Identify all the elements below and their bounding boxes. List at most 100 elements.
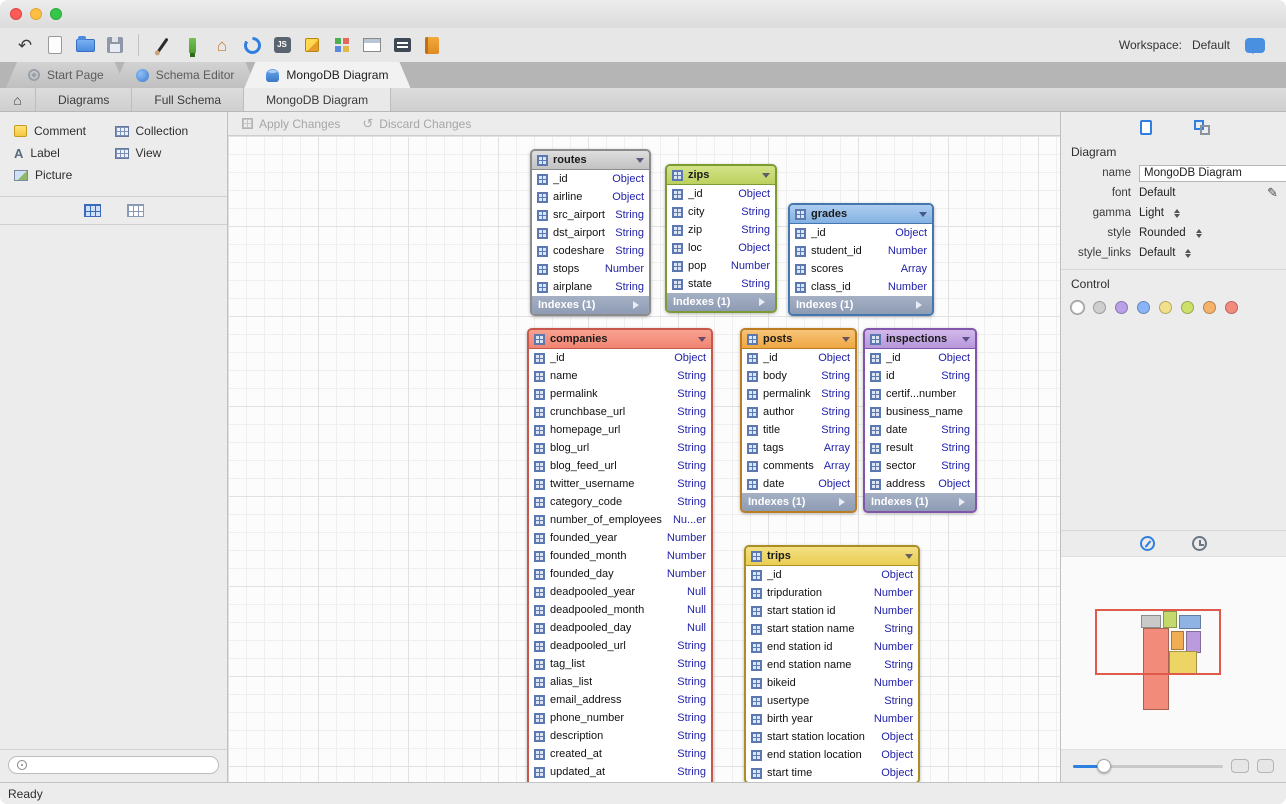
field-row[interactable]: codeshareString [532,242,649,260]
nav-item-mongodb-diagram[interactable]: MongoDB Diagram [244,88,391,111]
tab-start-page[interactable]: Start Page [6,62,126,88]
zoom-slider[interactable] [1073,765,1223,768]
field-row[interactable]: addressObject [865,475,975,493]
field-row[interactable]: created_atString [529,745,711,763]
collapse-triangle-icon[interactable] [962,337,970,346]
field-row[interactable]: blog_feed_urlString [529,457,711,475]
field-row[interactable]: phone_numberString [529,709,711,727]
entity-zips[interactable]: zips_idObjectcityStringzipStringlocObjec… [665,164,777,313]
field-row[interactable]: twitter_usernameString [529,475,711,493]
indexes-row[interactable]: Indexes (1) [532,296,649,314]
grid-view-icon[interactable] [127,204,144,217]
entity-header[interactable]: trips [746,547,918,566]
field-row[interactable]: deadpooled_yearNull [529,583,711,601]
indexes-row[interactable]: Indexes (1) [790,296,932,314]
field-row[interactable]: tag_listString [529,655,711,673]
workspace-value[interactable]: Default [1192,38,1230,52]
field-row[interactable]: email_addressString [529,691,711,709]
field-row[interactable]: bodyString [742,367,855,385]
field-row[interactable]: tripdurationNumber [746,584,918,602]
field-row[interactable]: start station idNumber [746,602,918,620]
window-button[interactable] [357,31,387,59]
collapse-triangle-icon[interactable] [698,337,706,346]
stepper-icon[interactable] [1185,246,1191,261]
color-swatch[interactable] [1181,301,1194,314]
field-row[interactable]: _idObject [865,349,975,367]
home-button[interactable]: ⌂ [207,31,237,59]
field-row[interactable]: usertypeString [746,692,918,710]
field-row[interactable]: commentsArray [742,457,855,475]
field-row[interactable]: _idObject [532,170,649,188]
entity-header[interactable]: posts [742,330,855,349]
field-row[interactable]: business_name [865,403,975,421]
field-row[interactable]: founded_monthNumber [529,547,711,565]
color-swatch[interactable] [1159,301,1172,314]
color-swatch[interactable] [1115,301,1128,314]
new-document-button[interactable] [40,31,70,59]
field-row[interactable]: end station locationObject [746,746,918,764]
field-row[interactable]: _idObject [529,349,711,367]
discard-changes-button[interactable]: ↺ Discard Changes [362,116,471,132]
field-row[interactable]: airplaneString [532,278,649,296]
field-row[interactable]: _idObject [790,224,932,242]
entity-posts[interactable]: posts_idObjectbodyStringpermalinkStringa… [740,328,857,513]
field-row[interactable]: _idObject [667,185,775,203]
field-row[interactable]: blog_urlString [529,439,711,457]
stepper-icon[interactable] [1174,206,1180,221]
collapse-triangle-icon[interactable] [842,337,850,346]
open-folder-button[interactable] [70,31,100,59]
note-button[interactable] [297,31,327,59]
field-row[interactable]: crunchbase_urlString [529,403,711,421]
field-row[interactable]: student_idNumber [790,242,932,260]
palette-item-label[interactable]: ALabel [14,146,113,160]
field-row[interactable]: dateObject [742,475,855,493]
field-row[interactable]: airlineObject [532,188,649,206]
close-button[interactable] [10,8,22,20]
field-row[interactable]: certif...number [865,385,975,403]
field-row[interactable]: deadpooled_dayNull [529,619,711,637]
field-row[interactable]: dateString [865,421,975,439]
field-row[interactable]: stateString [667,275,775,293]
sync-button[interactable] [237,31,267,59]
zoom-reset-button[interactable] [1257,759,1275,773]
field-row[interactable]: deadpooled_monthNull [529,601,711,619]
field-row[interactable]: cityString [667,203,775,221]
history-button[interactable] [1185,530,1215,558]
zoom-slider-knob[interactable] [1097,759,1111,773]
field-row[interactable]: deadpooled_urlString [529,637,711,655]
field-row[interactable]: category_codeString [529,493,711,511]
field-row[interactable]: _idObject [742,349,855,367]
save-button[interactable] [100,31,130,59]
minimap-viewport[interactable] [1095,609,1221,675]
diagram-canvas[interactable]: routes_idObjectairlineObjectsrc_airportS… [228,136,1060,782]
eyedropper-button[interactable] [147,31,177,59]
field-row[interactable]: end station nameString [746,656,918,674]
field-row[interactable]: number_of_employeesNu...er [529,511,711,529]
collapse-triangle-icon[interactable] [762,173,770,182]
search-input[interactable] [33,759,210,771]
field-row[interactable]: founded_yearNumber [529,529,711,547]
feedback-button[interactable] [1240,31,1270,59]
field-row[interactable]: bikeidNumber [746,674,918,692]
minimap[interactable] [1061,556,1286,750]
js-button[interactable]: JS [267,31,297,59]
field-row[interactable]: end station idNumber [746,638,918,656]
indexes-row[interactable]: Indexes (1) [667,293,775,311]
field-row[interactable]: titleString [742,421,855,439]
entity-header[interactable]: grades [790,205,932,224]
indexes-row[interactable]: Indexes (1) [865,493,975,511]
nav-item-diagrams[interactable]: Diagrams [36,88,132,111]
apply-changes-button[interactable]: Apply Changes [242,117,340,131]
field-row[interactable]: popNumber [667,257,775,275]
field-row[interactable]: nameString [529,367,711,385]
field-row[interactable]: zipString [667,221,775,239]
palette-item-view[interactable]: View [115,146,214,160]
field-row[interactable]: birth yearNumber [746,710,918,728]
entity-header[interactable]: routes [532,151,649,170]
field-row[interactable]: descriptionString [529,727,711,745]
field-row[interactable]: class_idNumber [790,278,932,296]
entity-trips[interactable]: trips_idObjecttripdurationNumberstart st… [744,545,920,782]
field-row[interactable]: founded_dayNumber [529,565,711,583]
entity-companies[interactable]: companies_idObjectnameStringpermalinkStr… [527,328,713,782]
field-row[interactable]: dst_airportString [532,224,649,242]
